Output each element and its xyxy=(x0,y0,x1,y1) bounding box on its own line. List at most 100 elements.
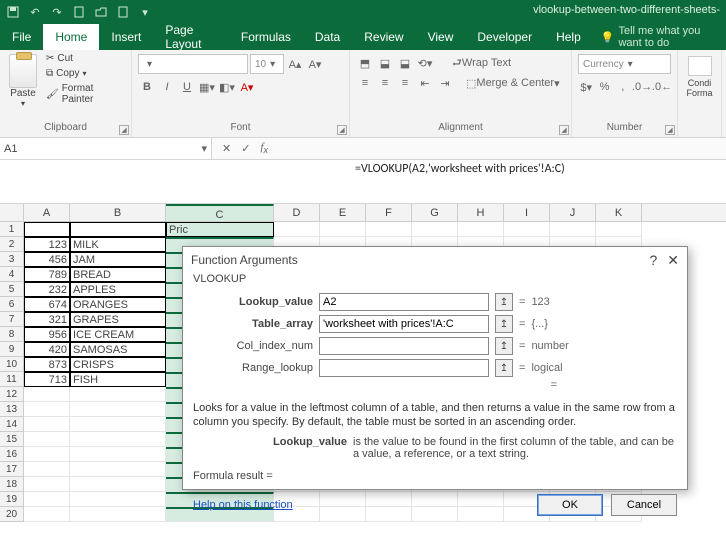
tab-developer[interactable]: Developer xyxy=(465,24,544,50)
tab-insert[interactable]: Insert xyxy=(99,24,153,50)
cell[interactable] xyxy=(550,222,596,237)
tab-home[interactable]: Home xyxy=(43,24,99,50)
cell[interactable] xyxy=(24,477,70,492)
font-color-icon[interactable]: A▾ xyxy=(238,78,256,96)
cell[interactable]: 420 xyxy=(24,342,70,357)
cell[interactable] xyxy=(70,402,166,417)
cell[interactable] xyxy=(366,222,412,237)
bold-button[interactable]: B xyxy=(138,78,156,96)
col-header[interactable]: I xyxy=(504,204,550,221)
lookup-value-input[interactable] xyxy=(319,293,489,311)
copy-button[interactable]: ⧉Copy▾ xyxy=(44,67,125,80)
cell[interactable] xyxy=(24,492,70,507)
cell[interactable]: APPLES xyxy=(70,282,166,297)
collapse-dialog-icon[interactable]: ↥ xyxy=(495,315,513,333)
row-header[interactable]: 12 xyxy=(0,387,24,402)
row-header[interactable]: 5 xyxy=(0,282,24,297)
row-header[interactable]: 3 xyxy=(0,252,24,267)
collapse-dialog-icon[interactable]: ↥ xyxy=(495,293,513,311)
cell[interactable] xyxy=(320,222,366,237)
cell[interactable] xyxy=(24,387,70,402)
col-header[interactable]: D xyxy=(274,204,320,221)
cell[interactable] xyxy=(504,222,550,237)
range-lookup-input[interactable] xyxy=(319,359,489,377)
save-icon[interactable] xyxy=(6,5,20,19)
new-icon[interactable] xyxy=(72,5,86,19)
tab-formulas[interactable]: Formulas xyxy=(229,24,303,50)
align-middle-icon[interactable]: ⬓ xyxy=(376,54,394,72)
increase-decimal-icon[interactable]: .0→ xyxy=(633,78,651,96)
redo-icon[interactable]: ↷ xyxy=(50,5,64,19)
cell[interactable] xyxy=(24,432,70,447)
cell[interactable]: MILK xyxy=(70,237,166,252)
cell[interactable] xyxy=(412,222,458,237)
cell[interactable]: Pric xyxy=(166,222,274,237)
increase-indent-icon[interactable]: ⇥ xyxy=(436,74,454,92)
tab-data[interactable]: Data xyxy=(303,24,352,50)
dialog-launcher-icon[interactable]: ◢ xyxy=(337,125,347,135)
decrease-decimal-icon[interactable]: .0← xyxy=(653,78,671,96)
conditional-formatting-icon[interactable] xyxy=(688,56,712,76)
cell[interactable]: FISH xyxy=(70,372,166,387)
fx-icon[interactable]: fx xyxy=(260,141,268,155)
col-header[interactable]: G xyxy=(412,204,458,221)
align-top-icon[interactable]: ⬒ xyxy=(356,54,374,72)
print-preview-icon[interactable] xyxy=(116,5,130,19)
cell[interactable] xyxy=(70,477,166,492)
row-header[interactable]: 1 xyxy=(0,222,24,237)
col-header[interactable]: E xyxy=(320,204,366,221)
tab-help[interactable]: Help xyxy=(544,24,593,50)
table-array-input[interactable] xyxy=(319,315,489,333)
cell[interactable] xyxy=(458,222,504,237)
collapse-dialog-icon[interactable]: ↥ xyxy=(495,359,513,377)
row-header[interactable]: 15 xyxy=(0,432,24,447)
cell[interactable]: 674 xyxy=(24,297,70,312)
row-header[interactable]: 20 xyxy=(0,507,24,522)
row-header[interactable]: 9 xyxy=(0,342,24,357)
row-header[interactable]: 8 xyxy=(0,327,24,342)
decrease-indent-icon[interactable]: ⇤ xyxy=(416,74,434,92)
row-header[interactable]: 17 xyxy=(0,462,24,477)
cell[interactable] xyxy=(596,222,642,237)
row-header[interactable]: 10 xyxy=(0,357,24,372)
cell[interactable]: ORANGES xyxy=(70,297,166,312)
orientation-icon[interactable]: ⟲▾ xyxy=(416,54,434,72)
tab-file[interactable]: File xyxy=(0,24,43,50)
cell[interactable]: 123 xyxy=(24,237,70,252)
qat-dropdown-icon[interactable]: ▾ xyxy=(138,5,152,19)
cell[interactable] xyxy=(70,447,166,462)
select-all-corner[interactable] xyxy=(0,204,24,221)
help-link[interactable]: Help on this function xyxy=(193,499,293,511)
align-bottom-icon[interactable]: ⬓ xyxy=(396,54,414,72)
undo-icon[interactable]: ↶ xyxy=(28,5,42,19)
dialog-titlebar[interactable]: Function Arguments ? ✕ xyxy=(183,247,687,273)
row-header[interactable]: 18 xyxy=(0,477,24,492)
cell[interactable] xyxy=(24,462,70,477)
cell[interactable] xyxy=(70,432,166,447)
col-header[interactable]: A xyxy=(24,204,70,221)
cell[interactable] xyxy=(70,222,166,237)
percent-icon[interactable]: % xyxy=(596,78,612,96)
formula-bar[interactable]: =VLOOKUP(A2,'worksheet with prices'!A:C) xyxy=(0,160,726,204)
italic-button[interactable]: I xyxy=(158,78,176,96)
comma-icon[interactable]: , xyxy=(615,78,631,96)
tell-me-search[interactable]: 💡 Tell me what you want to do xyxy=(593,24,726,50)
cell[interactable] xyxy=(70,387,166,402)
dialog-launcher-icon[interactable]: ◢ xyxy=(559,125,569,135)
tab-review[interactable]: Review xyxy=(352,24,415,50)
cell[interactable] xyxy=(70,492,166,507)
col-header[interactable]: F xyxy=(366,204,412,221)
row-header[interactable]: 16 xyxy=(0,447,24,462)
cell[interactable]: ICE CREAM xyxy=(70,327,166,342)
increase-font-icon[interactable]: A▴ xyxy=(286,55,304,73)
cell[interactable] xyxy=(70,507,166,522)
tab-view[interactable]: View xyxy=(416,24,466,50)
row-header[interactable]: 11 xyxy=(0,372,24,387)
cell[interactable] xyxy=(24,402,70,417)
cell[interactable]: 232 xyxy=(24,282,70,297)
cell[interactable]: SAMOSAS xyxy=(70,342,166,357)
col-header[interactable]: B xyxy=(70,204,166,221)
font-name-combo[interactable]: ▾ xyxy=(138,54,248,74)
cell[interactable] xyxy=(24,507,70,522)
format-painter-button[interactable]: 🖌Format Painter xyxy=(44,82,125,106)
